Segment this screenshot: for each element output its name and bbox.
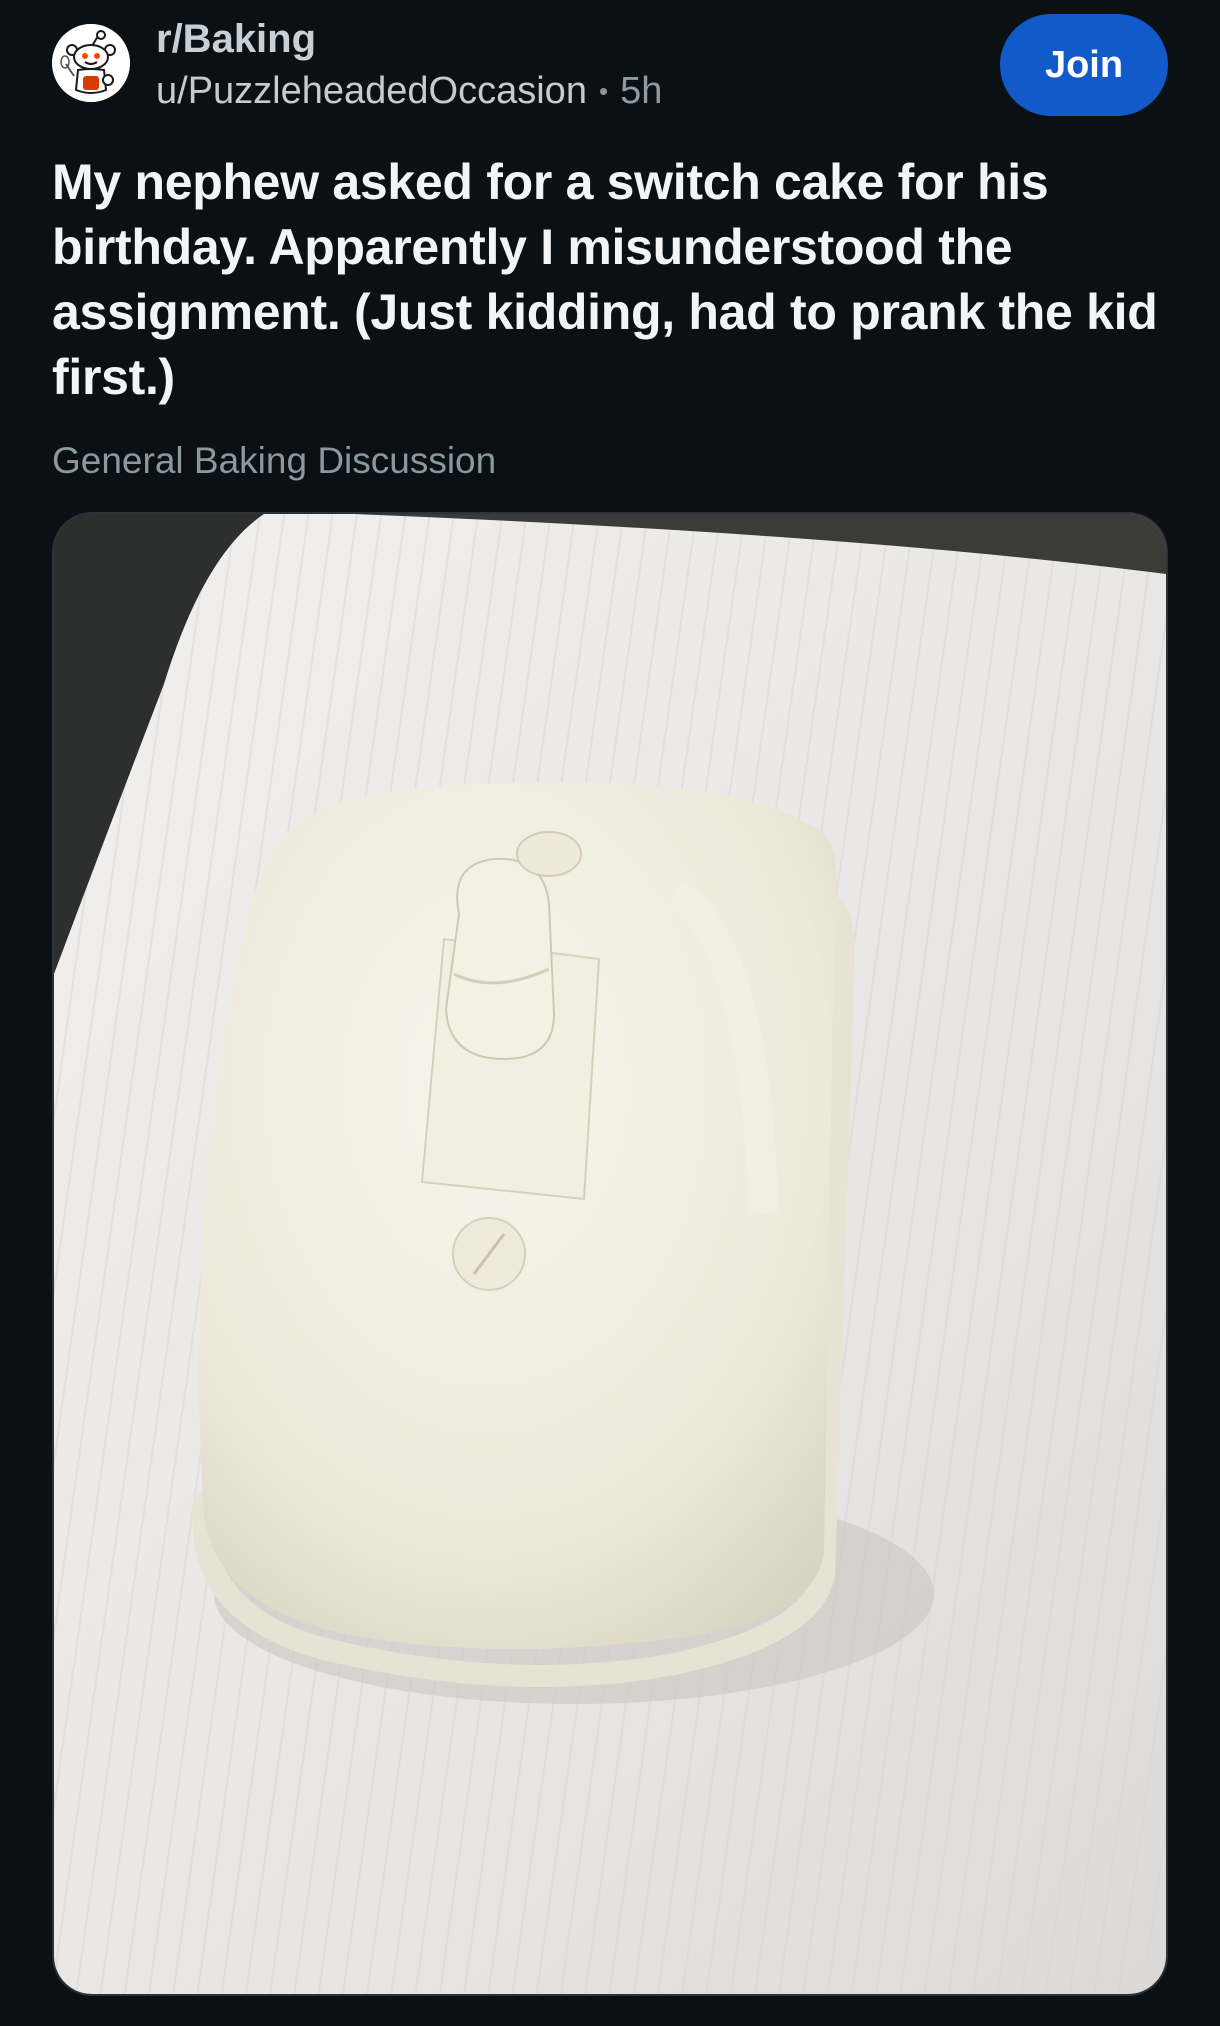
post-flair[interactable]: General Baking Discussion (52, 436, 496, 486)
post-card: r/Baking u/PuzzleheadedOccasion • 5h Joi… (0, 0, 1220, 2026)
cake-photo (54, 514, 1166, 1994)
post-header: r/Baking u/PuzzleheadedOccasion • 5h Joi… (52, 14, 1168, 120)
reddit-snoo-icon (52, 24, 130, 102)
separator-dot: • (598, 76, 609, 106)
author-name[interactable]: u/PuzzleheadedOccasion (156, 66, 587, 116)
subreddit-avatar[interactable] (52, 24, 130, 102)
post-image[interactable] (52, 512, 1168, 1996)
byline: u/PuzzleheadedOccasion • 5h (156, 66, 662, 116)
post-meta: r/Baking u/PuzzleheadedOccasion • 5h (156, 14, 662, 116)
post-age: 5h (620, 70, 663, 112)
subreddit-name[interactable]: r/Baking (156, 14, 662, 64)
join-button[interactable]: Join (1000, 14, 1168, 116)
post-title[interactable]: My nephew asked for a switch cake for hi… (52, 150, 1172, 410)
